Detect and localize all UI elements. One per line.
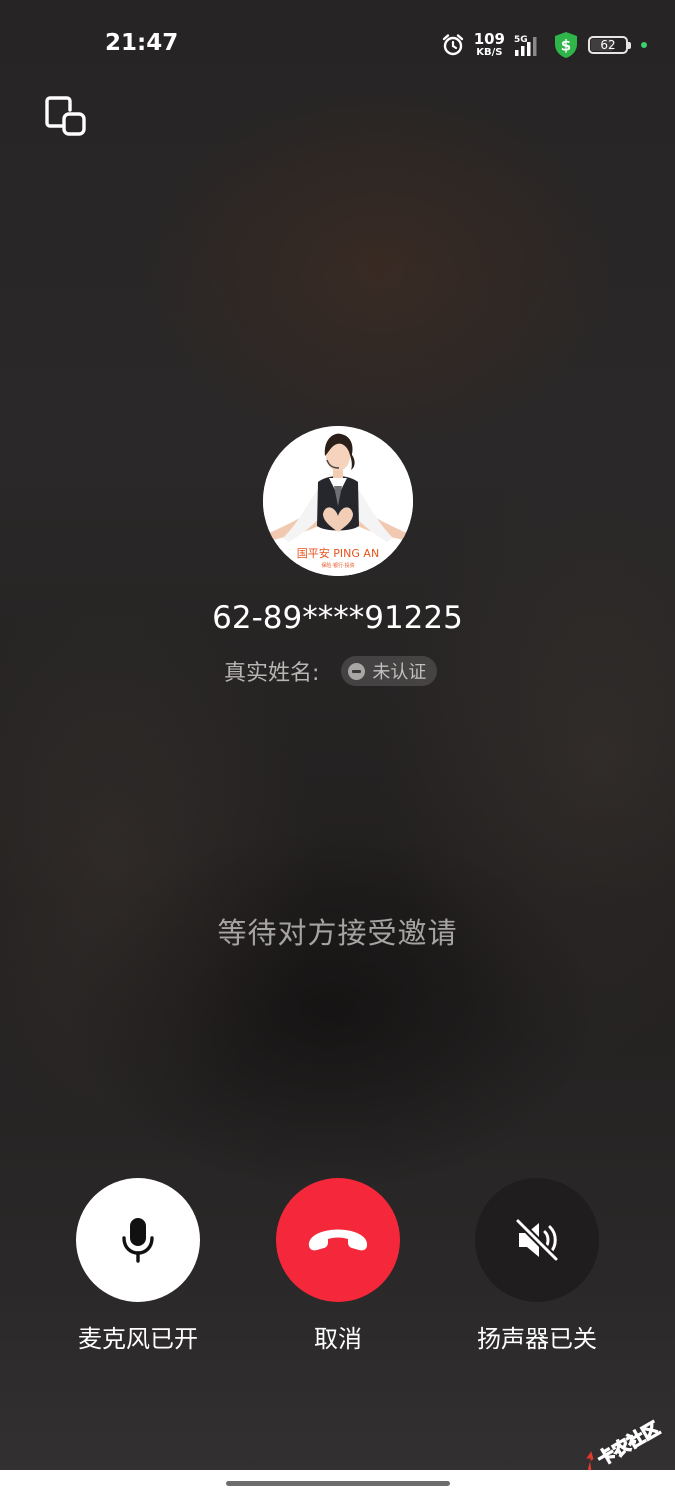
verification-status-badge: 未认证 — [341, 656, 438, 686]
caller-number: 62-89****91225 — [212, 600, 463, 636]
voice-call-screen: 21:47 109 KB/S 5G $ 62 国平安 PING AN 保险·银行… — [0, 0, 675, 1500]
home-indicator[interactable] — [226, 1481, 450, 1486]
minimize-window-button[interactable] — [40, 92, 92, 144]
microphone-icon — [122, 1218, 154, 1263]
real-name-label: 真实姓名: — [224, 661, 320, 686]
network-speed-value: 109 — [473, 30, 505, 48]
battery-icon: 62 — [588, 36, 631, 54]
alarm-icon — [442, 34, 463, 56]
caller-avatar: 国平安 PING AN 保险·银行·投资 — [263, 426, 413, 576]
caller-avatar-image: 国平安 PING AN 保险·银行·投资 — [263, 426, 413, 576]
watermark-text: 卡农社区 — [594, 1418, 663, 1470]
network-type-label: 5G — [514, 35, 528, 45]
status-time: 21:47 — [105, 30, 179, 56]
speaker-toggle-button[interactable] — [475, 1178, 599, 1302]
hangup-phone-icon — [308, 1229, 368, 1251]
shield-dollar-icon: $ — [555, 32, 577, 58]
verification-status-text: 未认证 — [372, 662, 427, 683]
battery-level: 62 — [600, 38, 616, 52]
real-name-row: 真实姓名: 未认证 — [224, 655, 438, 687]
privacy-indicator-dot — [641, 42, 647, 48]
minus-circle-icon — [348, 662, 366, 680]
speaker-off-icon — [514, 1217, 560, 1263]
speaker-control-label: 扬声器已关 — [477, 1325, 597, 1353]
mic-control-label: 麦克风已开 — [78, 1325, 198, 1353]
network-speed: 109 KB/S — [474, 32, 505, 58]
signal-icon: 5G — [514, 35, 537, 56]
status-bar: 21:47 109 KB/S 5G $ 62 — [0, 0, 675, 90]
mic-control: 麦克风已开 — [48, 1178, 228, 1354]
status-icons: 109 KB/S 5G $ 62 — [441, 30, 647, 60]
cancel-call-button[interactable] — [276, 1178, 400, 1302]
minimize-window-icon — [45, 96, 86, 136]
network-speed-unit: KB/S — [476, 47, 503, 58]
hangup-control: 取消 — [248, 1178, 428, 1354]
svg-text:$: $ — [561, 37, 571, 55]
mic-toggle-button[interactable] — [76, 1178, 200, 1302]
cancel-call-label: 取消 — [314, 1325, 362, 1353]
avatar-slogan-text: 保险·银行·投资 — [321, 562, 354, 569]
call-status-text: 等待对方接受邀请 — [217, 916, 458, 950]
avatar-logo-text: 国平安 PING AN — [297, 546, 379, 560]
speaker-control: 扬声器已关 — [447, 1178, 627, 1354]
